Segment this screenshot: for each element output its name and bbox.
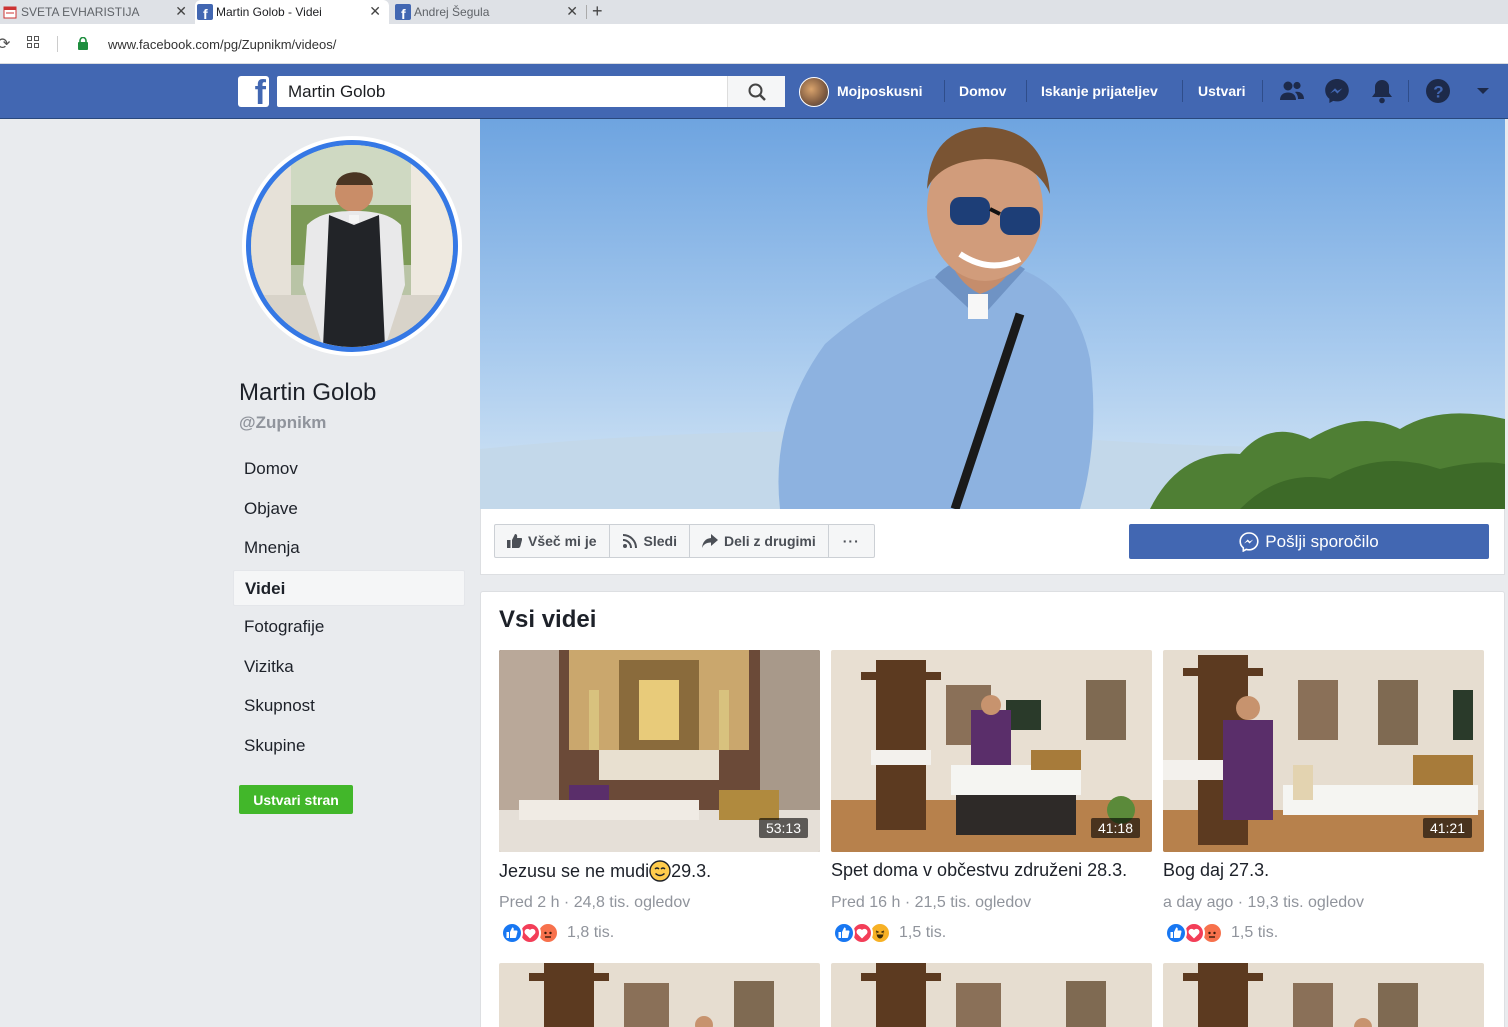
video-meta: Pred 2 h · 24,8 tis. ogledov xyxy=(499,894,691,911)
facebook-favicon-icon: f xyxy=(395,4,411,20)
video-thumbnail[interactable] xyxy=(499,963,820,1027)
like-reaction-icon xyxy=(501,922,523,944)
video-title[interactable]: Jezusu se ne mudi 29.3. xyxy=(499,860,711,882)
video-duration: 53:13 xyxy=(758,818,808,838)
new-tab-button[interactable]: + xyxy=(592,0,603,24)
nav-divider xyxy=(1026,80,1027,102)
url-text[interactable]: www.facebook.com/pg/Zupnikm/videos/ xyxy=(108,37,336,52)
facebook-logo-icon[interactable]: f xyxy=(238,76,269,107)
page-action-buttons: Všeč mi je Sledi Deli z drugimi ··· xyxy=(494,524,875,558)
address-bar: ⟳ www.facebook.com/pg/Zupnikm/videos/ xyxy=(0,24,1508,64)
sidebar-item-skupnost[interactable]: Skupnost xyxy=(233,688,465,724)
video-reactions[interactable]: 1,5 tis. xyxy=(1165,922,1278,944)
search-button[interactable] xyxy=(727,76,785,107)
video-thumbnail[interactable] xyxy=(1163,963,1484,1027)
apps-grid-icon[interactable] xyxy=(27,36,41,50)
follow-button[interactable]: Sledi xyxy=(610,525,690,557)
video-thumbnail[interactable]: 53:13 xyxy=(499,650,820,852)
like-label: Všeč mi je xyxy=(528,533,597,549)
nav-divider xyxy=(1262,80,1263,102)
reload-icon[interactable]: ⟳ xyxy=(0,34,10,54)
tab-title: Martin Golob - Videi xyxy=(216,5,322,19)
close-tab-icon[interactable]: ✕ xyxy=(175,3,187,20)
page-handle[interactable]: @Zupnikm xyxy=(239,413,326,433)
create-page-button[interactable]: Ustvari stran xyxy=(239,785,353,814)
share-label: Deli z drugimi xyxy=(723,533,816,549)
video-title[interactable]: Bog daj 27.3. xyxy=(1163,860,1269,881)
sidebar-item-fotografije[interactable]: Fotografije xyxy=(233,609,465,645)
video-duration: 41:21 xyxy=(1422,818,1472,838)
video-meta: Pred 16 h · 21,5 tis. ogledov xyxy=(831,894,1032,911)
sidebar-item-domov[interactable]: Domov xyxy=(233,451,465,487)
reaction-count: 1,5 tis. xyxy=(1231,924,1279,941)
close-tab-icon[interactable]: ✕ xyxy=(566,3,578,20)
avatar[interactable] xyxy=(799,77,829,107)
svg-text:f: f xyxy=(203,6,208,20)
video-reactions[interactable]: 1,5 tis. xyxy=(833,922,946,944)
messenger-icon[interactable] xyxy=(1322,76,1352,106)
nav-divider xyxy=(1182,80,1183,102)
video-reactions[interactable]: 1,8 tis. xyxy=(501,922,614,944)
sidebar-item-mnenja[interactable]: Mnenja xyxy=(233,530,465,566)
videos-heading: Vsi videi xyxy=(499,606,597,633)
nav-divider xyxy=(944,80,945,102)
calendar-favicon-icon xyxy=(2,4,18,20)
sidebar-item-vizitka[interactable]: Vizitka xyxy=(233,649,465,685)
cover-photo[interactable] xyxy=(480,119,1505,509)
notifications-bell-icon[interactable] xyxy=(1367,76,1397,106)
rss-follow-icon xyxy=(622,534,637,549)
lock-icon[interactable] xyxy=(77,36,89,50)
search-icon xyxy=(748,83,766,101)
browser-tab-strip: SVETA EVHARISTIJA ✕ f Martin Golob - Vid… xyxy=(0,0,1508,24)
nav-find-friends-link[interactable]: Iskanje prijateljev xyxy=(1041,64,1158,119)
sidebar-item-objave[interactable]: Objave xyxy=(233,491,465,527)
nav-profile-link[interactable]: Mojposkusni xyxy=(837,64,923,119)
nav-create-link[interactable]: Ustvari xyxy=(1198,64,1245,119)
svg-text:?: ? xyxy=(1433,83,1443,102)
tab-title: Andrej Šegula xyxy=(414,5,490,19)
nav-divider xyxy=(1408,80,1409,102)
search-box xyxy=(277,76,785,107)
browser-tab-martin-golob[interactable]: f Martin Golob - Videi ✕ xyxy=(195,0,389,24)
facebook-favicon-icon: f xyxy=(197,4,213,20)
friend-requests-icon[interactable] xyxy=(1277,76,1307,106)
video-meta: a day ago · 19,3 tis. ogledov xyxy=(1163,894,1365,911)
nav-home-link[interactable]: Domov xyxy=(959,64,1006,119)
browser-tab-sveta[interactable]: SVETA EVHARISTIJA ✕ xyxy=(0,0,195,24)
like-page-button[interactable]: Všeč mi je xyxy=(495,525,610,557)
page-title: Martin Golob xyxy=(239,379,377,406)
sidebar-item-videi[interactable]: Videi xyxy=(233,569,465,606)
account-menu-chevron-down-icon[interactable] xyxy=(1468,76,1498,106)
follow-label: Sledi xyxy=(643,533,677,549)
close-tab-icon[interactable]: ✕ xyxy=(369,3,381,20)
svg-text:f: f xyxy=(401,6,406,20)
video-thumbnail[interactable] xyxy=(831,963,1152,1027)
divider xyxy=(57,36,58,52)
video-duration: 41:18 xyxy=(1090,818,1140,838)
search-input[interactable] xyxy=(277,76,727,107)
share-button[interactable]: Deli z drugimi xyxy=(690,525,829,557)
send-message-label: Pošlji sporočilo xyxy=(1265,531,1379,551)
video-title[interactable]: Spet doma v občestvu združeni 28.3. xyxy=(831,860,1127,881)
messenger-icon xyxy=(1239,531,1259,552)
thumbs-up-icon xyxy=(507,534,522,548)
tab-title: SVETA EVHARISTIJA xyxy=(21,5,140,19)
like-reaction-icon xyxy=(833,922,855,944)
smiling-face-icon xyxy=(649,860,671,882)
reaction-count: 1,8 tis. xyxy=(567,924,615,941)
help-icon[interactable]: ? xyxy=(1423,76,1453,106)
like-reaction-icon xyxy=(1165,922,1187,944)
video-thumbnail[interactable]: 41:21 xyxy=(1163,650,1484,852)
sidebar-item-skupine[interactable]: Skupine xyxy=(233,728,465,764)
video-thumbnail[interactable]: 41:18 xyxy=(831,650,1152,852)
more-options-button[interactable]: ··· xyxy=(829,525,874,557)
reaction-count: 1,5 tis. xyxy=(899,924,947,941)
send-message-button[interactable]: Pošlji sporočilo xyxy=(1129,524,1489,559)
tab-divider xyxy=(586,5,587,19)
page-sidebar-nav: Domov Objave Mnenja Videi Fotografije Vi… xyxy=(233,451,465,767)
share-arrow-icon xyxy=(701,534,718,548)
profile-picture[interactable] xyxy=(246,140,458,352)
browser-tab-andrej[interactable]: f Andrej Šegula ✕ xyxy=(393,0,586,24)
